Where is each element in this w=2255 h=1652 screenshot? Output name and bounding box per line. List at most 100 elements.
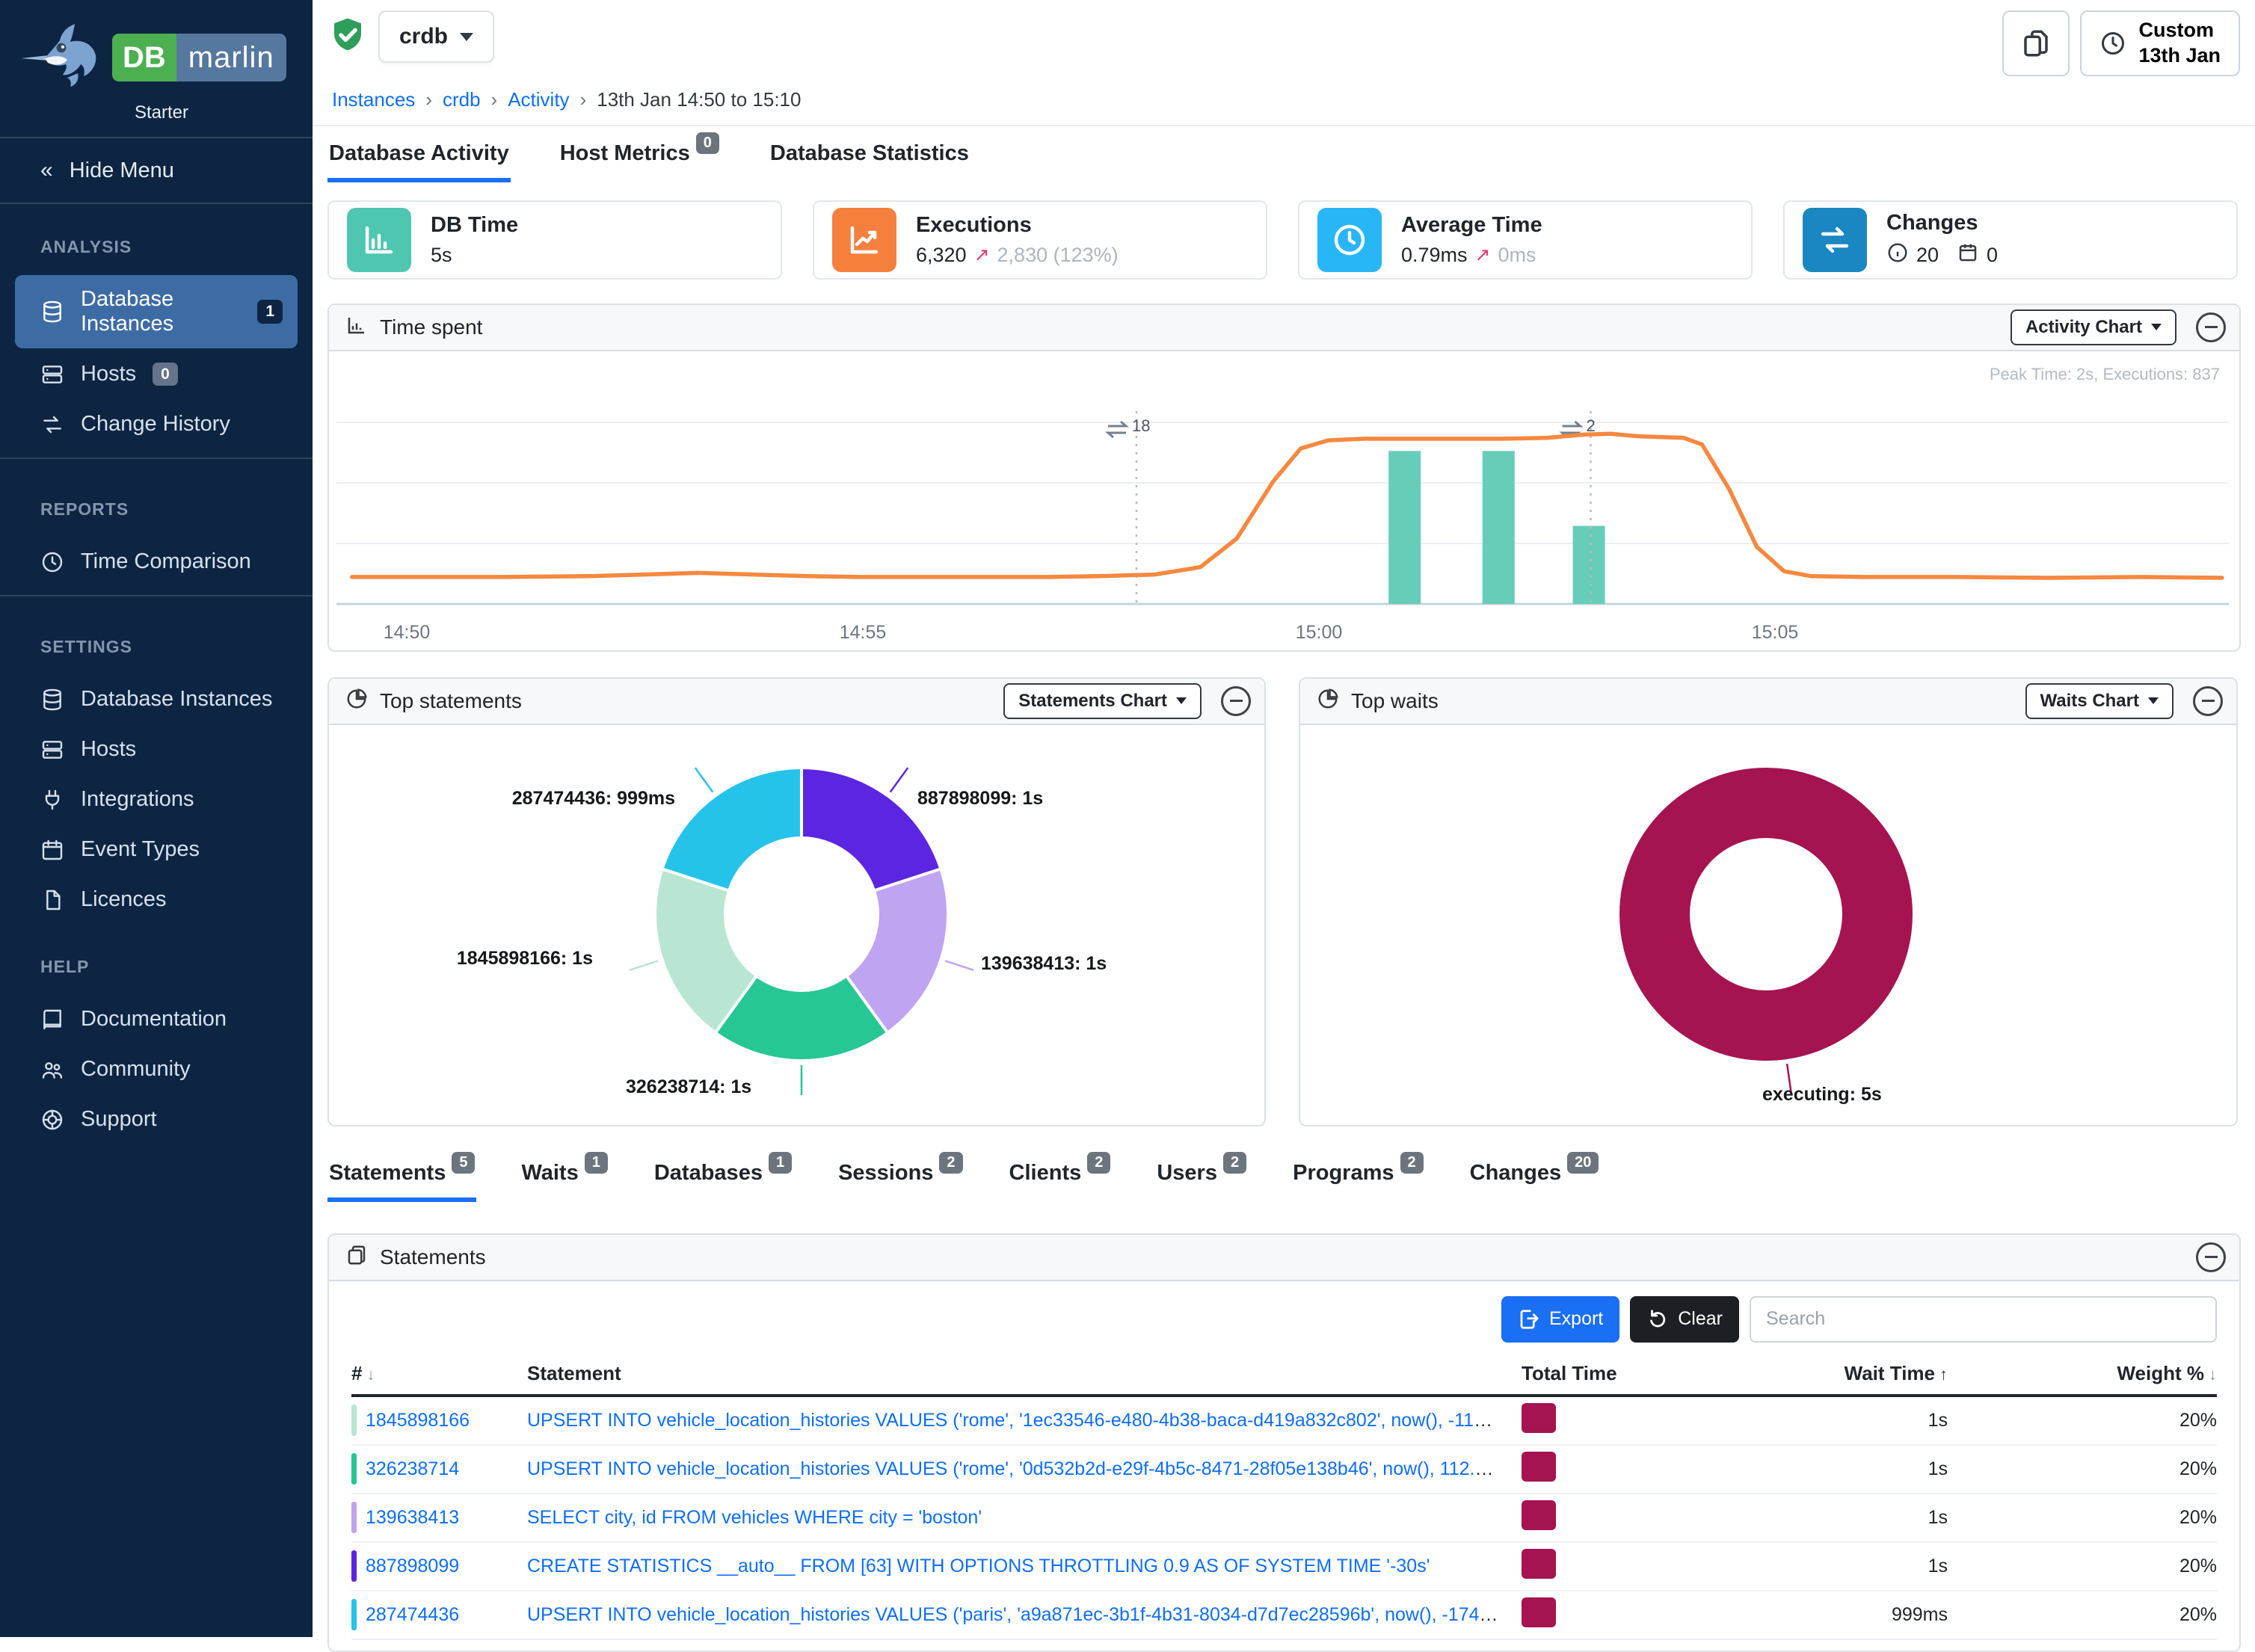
- detail-tab-changes[interactable]: Changes 20: [1468, 1161, 1601, 1202]
- sidebar-item-hosts[interactable]: Hosts 0: [15, 350, 298, 398]
- search-input[interactable]: [1750, 1296, 2217, 1343]
- collapse-panel-button[interactable]: [2196, 1242, 2226, 1272]
- statement-link[interactable]: UPSERT INTO vehicle_location_histories V…: [527, 1410, 1522, 1431]
- column-header-statement[interactable]: Statement: [527, 1362, 1522, 1385]
- table-header-row: #↓ Statement Total Time Wait Time↑ Weigh…: [351, 1362, 2217, 1397]
- detail-tab-clients[interactable]: Clients 2: [1008, 1161, 1113, 1202]
- tab-label: Database Activity: [329, 141, 509, 166]
- wait-time-value: 1s: [1679, 1458, 1948, 1480]
- breadcrumb-link[interactable]: Instances: [332, 88, 415, 111]
- clear-label: Clear: [1678, 1308, 1723, 1330]
- card-title: DB Time: [431, 213, 518, 238]
- count-badge: 0: [153, 363, 178, 386]
- detail-tab-sessions[interactable]: Sessions 2: [837, 1161, 964, 1202]
- column-header-id[interactable]: #↓: [351, 1362, 527, 1385]
- statement-id-link[interactable]: 287474436: [366, 1604, 459, 1626]
- collapse-panel-button[interactable]: [1221, 686, 1251, 716]
- collapse-panel-button[interactable]: [2196, 312, 2226, 342]
- top-waits-panel: Top waits Waits Chart executing: 5s: [1299, 677, 2238, 1126]
- card-value: 0.79ms: [1401, 244, 1468, 267]
- column-header-weight[interactable]: Weight %↓: [1948, 1362, 2217, 1385]
- statement-id-link[interactable]: 1845898166: [366, 1410, 470, 1431]
- sidebar-item-label: Integrations: [81, 787, 194, 812]
- sidebar-item-support[interactable]: Support: [15, 1095, 298, 1144]
- sidebar-item-change-history[interactable]: Change History: [15, 400, 298, 449]
- breadcrumb: Instances›crdb›Activity›13th Jan 14:50 t…: [332, 88, 2240, 111]
- detail-tab-users[interactable]: Users 2: [1155, 1161, 1248, 1202]
- breadcrumb-link[interactable]: Activity: [508, 88, 569, 111]
- statements-panel: Statements Export Clear: [327, 1233, 2241, 1652]
- sidebar-item-hosts[interactable]: Hosts: [15, 725, 298, 774]
- clear-button[interactable]: Clear: [1630, 1296, 1739, 1343]
- time-spent-chart-area[interactable]: Peak Time: 2s, Executions: 837 18214:501…: [329, 351, 2239, 650]
- tab-label: Programs: [1293, 1161, 1394, 1186]
- statements-chart-dropdown[interactable]: Statements Chart: [1003, 683, 1202, 719]
- detail-tab-statements[interactable]: Statements 5: [327, 1161, 476, 1202]
- sidebar-item-documentation[interactable]: Documentation: [15, 995, 298, 1044]
- sidebar-item-community[interactable]: Community: [15, 1045, 298, 1094]
- licence-icon: [40, 888, 64, 912]
- top-statements-panel: Top statements Statements Chart 88789809…: [327, 677, 1266, 1126]
- hide-menu-button[interactable]: « Hide Menu: [0, 138, 313, 203]
- line-chart-icon: [832, 208, 896, 272]
- tab-host-metrics[interactable]: Host Metrics 0: [559, 141, 721, 182]
- changes-card: Changes 20 0: [1783, 200, 2238, 280]
- breadcrumb-link[interactable]: crdb: [443, 88, 481, 111]
- sidebar-item-label: Hosts: [81, 362, 136, 386]
- statement-link[interactable]: UPSERT INTO vehicle_location_histories V…: [527, 1458, 1522, 1479]
- sidebar-item-licences[interactable]: Licences: [15, 875, 298, 924]
- app-root: DB marlin Starter « Hide Menu ANALYSIS D…: [0, 0, 2255, 1637]
- svg-text:15:05: 15:05: [1752, 622, 1799, 643]
- tab-database-activity[interactable]: Database Activity: [327, 141, 511, 182]
- wait-time-value: 1s: [1679, 1556, 1948, 1577]
- tab-label: Clients: [1009, 1161, 1082, 1186]
- breadcrumb-current: 13th Jan 14:50 to 15:10: [597, 88, 801, 111]
- sidebar-item-label: Database Instances: [81, 287, 241, 336]
- event-icon: [40, 838, 64, 862]
- wait-time-value: 1s: [1679, 1507, 1948, 1529]
- statement-link[interactable]: UPSERT INTO vehicle_location_histories V…: [527, 1604, 1522, 1625]
- sidebar-item-time-comparison[interactable]: Time Comparison: [15, 537, 298, 586]
- calendar-icon: [1957, 241, 1979, 269]
- detail-tab-waits[interactable]: Waits 1: [520, 1161, 609, 1202]
- count-badge: 2: [1400, 1152, 1424, 1174]
- sidebar-item-label: Documentation: [81, 1007, 227, 1032]
- sidebar-item-database-instances[interactable]: Database Instances 1: [15, 275, 298, 348]
- waits-chart-dropdown[interactable]: Waits Chart: [2025, 683, 2174, 719]
- card-title: Executions: [916, 213, 1119, 238]
- sidebar-item-label: Licences: [81, 887, 166, 912]
- column-header-wait-time[interactable]: Wait Time↑: [1679, 1362, 1948, 1385]
- count-badge: 0: [696, 132, 719, 154]
- export-button[interactable]: Export: [1501, 1296, 1619, 1343]
- statement-id-link[interactable]: 139638413: [366, 1507, 459, 1529]
- top-waits-header: Top waits Waits Chart: [1300, 679, 2236, 725]
- instance-selector[interactable]: crdb: [378, 10, 494, 63]
- tab-database-statistics[interactable]: Database Statistics: [769, 141, 970, 182]
- count-badge: 2: [1223, 1152, 1246, 1174]
- top-waits-donut[interactable]: executing: 5s: [1300, 725, 2236, 1125]
- count-badge: 1: [585, 1152, 608, 1174]
- swap-icon: [40, 413, 64, 437]
- bar-chart-icon: [347, 208, 411, 272]
- statement-link[interactable]: SELECT city, id FROM vehicles WHERE city…: [527, 1507, 982, 1528]
- detail-tab-databases[interactable]: Databases 1: [653, 1161, 793, 1202]
- table-row: 139638413 SELECT city, id FROM vehicles …: [351, 1494, 2217, 1543]
- collapse-panel-button[interactable]: [2193, 686, 2223, 716]
- sidebar-item-label: Hosts: [81, 737, 136, 762]
- sidebar-item-integrations[interactable]: Integrations: [15, 775, 298, 824]
- statements-list-icon: [345, 1244, 368, 1270]
- export-icon: [1518, 1308, 1540, 1331]
- top-statements-donut[interactable]: 887898099: 1s139638413: 1s326238714: 1s1…: [329, 725, 1264, 1125]
- detail-tab-programs[interactable]: Programs 2: [1291, 1161, 1425, 1202]
- statement-link[interactable]: CREATE STATISTICS __auto__ FROM [63] WIT…: [527, 1556, 1430, 1577]
- activity-chart-dropdown[interactable]: Activity Chart: [2011, 309, 2176, 345]
- statement-id-link[interactable]: 326238714: [366, 1458, 459, 1480]
- sidebar-item-database-instances[interactable]: Database Instances: [15, 675, 298, 724]
- statement-id-link[interactable]: 887898099: [366, 1556, 459, 1577]
- time-range-button[interactable]: Custom 13th Jan: [2080, 10, 2240, 76]
- column-header-total-time[interactable]: Total Time: [1522, 1362, 1679, 1385]
- sidebar-item-event-types[interactable]: Event Types: [15, 825, 298, 874]
- table-row: 326238714 UPSERT INTO vehicle_location_h…: [351, 1446, 2217, 1494]
- copy-link-button[interactable]: [2002, 10, 2070, 76]
- donut-slice-label: 139638413: 1s: [981, 953, 1107, 975]
